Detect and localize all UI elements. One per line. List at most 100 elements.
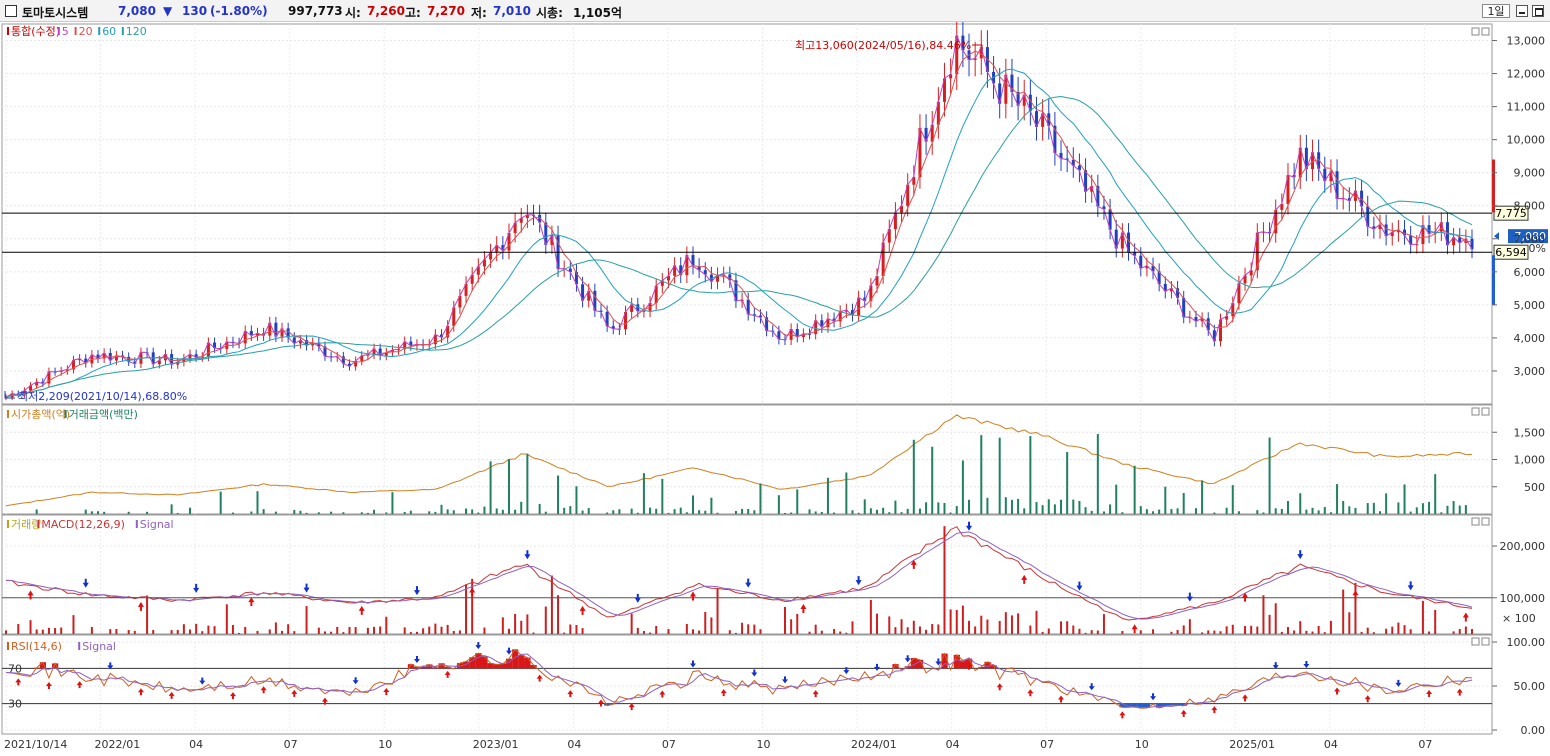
volume-bar xyxy=(90,626,93,634)
volume-bar xyxy=(888,616,891,634)
trade-value-bar xyxy=(630,508,633,514)
trade-value-bar xyxy=(299,510,302,514)
trade-value-bar xyxy=(330,511,333,514)
volume-bar xyxy=(1293,630,1296,634)
stock-name[interactable]: 토마토시스템 xyxy=(22,4,88,21)
volume-bar xyxy=(133,630,136,634)
volume-bar xyxy=(373,626,376,634)
volume-bar xyxy=(833,629,836,634)
trade-value-bar xyxy=(1053,504,1056,514)
volume-bar xyxy=(1213,630,1216,634)
trade-value-bar xyxy=(937,502,940,514)
select-checkbox[interactable] xyxy=(5,5,17,17)
x-tick-label: 07 xyxy=(662,738,676,751)
volume-bar xyxy=(998,621,1001,634)
volume-bar xyxy=(1139,630,1142,634)
trade-value-bar xyxy=(1176,508,1179,514)
trade-value-bar xyxy=(1231,485,1234,514)
cap-tick-label: 1,000 xyxy=(1514,454,1546,467)
volume-bar xyxy=(109,629,112,634)
trade-value-bar xyxy=(557,475,560,514)
trade-value-bar xyxy=(1336,484,1339,514)
stock-chart[interactable]: 7,7756,5947,0800%7030 3,0004,0005,0006,0… xyxy=(0,22,1550,756)
minimize-icon[interactable] xyxy=(1516,5,1528,17)
maximize-icon[interactable] xyxy=(1532,5,1544,17)
macd-tick-label: 200,000 xyxy=(1500,540,1546,553)
rsi-tick-label: 100.00 xyxy=(1507,636,1546,649)
trade-value-bar xyxy=(882,507,885,514)
trade-value-bar xyxy=(1017,498,1020,514)
volume-bar xyxy=(532,632,535,634)
trade-value-bar xyxy=(931,446,934,514)
rsi-panel xyxy=(1,634,1493,735)
low-label: 저: xyxy=(471,6,487,20)
volume-bar xyxy=(1084,632,1087,634)
price-panel-max-icon xyxy=(1481,27,1490,36)
price-range-up-bar xyxy=(1492,159,1495,213)
volume-bar xyxy=(317,627,320,634)
trade-value-bar xyxy=(691,495,694,514)
volume-bar xyxy=(452,630,455,634)
volume-bar xyxy=(526,614,529,634)
volume-bar xyxy=(60,627,63,634)
trade-value-bar xyxy=(1268,437,1271,514)
legend-label: 시가총액(억) xyxy=(11,408,70,421)
trade-value-bar xyxy=(1109,504,1112,514)
volume-bar xyxy=(268,629,271,634)
x-tick-label: 2022/01 xyxy=(95,738,141,751)
price-tick-label: 5,000 xyxy=(1514,299,1546,312)
trade-value-bar xyxy=(452,510,455,514)
trade-value-bar xyxy=(231,512,234,514)
trade-value-bar xyxy=(1421,503,1424,514)
price-tick-label: 13,000 xyxy=(1507,35,1546,48)
trade-value-bar xyxy=(961,460,964,514)
trade-value-bar xyxy=(544,511,547,514)
trade-value-bar xyxy=(428,511,431,514)
x-tick-label: 04 xyxy=(946,738,960,751)
trade-value-bar xyxy=(1084,507,1087,514)
legend-swatch xyxy=(78,642,81,650)
macd-panel xyxy=(1,514,1493,635)
volume-bar xyxy=(47,627,50,634)
macd-legend: 거래량 MACD(12,26,9) Signal xyxy=(7,518,174,531)
trade-value-bar xyxy=(900,512,903,514)
volume-bar xyxy=(1428,631,1431,634)
trade-value-bar xyxy=(507,459,510,514)
macd-panel-min-icon xyxy=(1471,517,1480,526)
volume-bar xyxy=(1391,626,1394,634)
trade-value-bar xyxy=(1164,486,1167,514)
legend-label: RSI(14,6) xyxy=(11,640,62,653)
volume-bar xyxy=(1434,609,1437,634)
rsi-overbought-fill xyxy=(518,655,525,669)
x-axis: 2021/10/14 2022/01 04 07 10 2023/01 04 07 10 2024… xyxy=(4,738,1432,751)
trade-value-bar xyxy=(1023,508,1026,514)
trade-value-bar xyxy=(857,512,860,514)
reference-line-label: 6,594 xyxy=(1495,246,1527,259)
trade-value-bar xyxy=(673,509,676,514)
trade-value-bar xyxy=(293,509,296,514)
volume-bar xyxy=(336,626,339,634)
volume-bar xyxy=(1047,628,1050,634)
volume-bar xyxy=(869,599,872,634)
volume-bar xyxy=(955,609,958,634)
trade-value-bar xyxy=(1066,452,1069,514)
trade-value-bar xyxy=(1464,505,1467,514)
trade-value-bar xyxy=(1305,509,1308,514)
trade-value-bar xyxy=(1010,499,1013,514)
trade-value-bar xyxy=(489,461,492,514)
period-button[interactable]: 1일 xyxy=(1482,4,1510,18)
trade-value-bar xyxy=(790,512,793,514)
legend-label: 통합(수정) xyxy=(11,25,60,38)
volume-bar xyxy=(667,629,670,634)
price-tick-label: 7,000 xyxy=(1514,233,1546,246)
volume-bar xyxy=(366,627,369,634)
legend-swatch xyxy=(57,27,60,35)
volume-bar xyxy=(1041,631,1044,634)
volume-bar xyxy=(912,620,915,634)
volume-bar xyxy=(1305,630,1308,634)
trade-value-bar xyxy=(520,501,523,514)
volume-bar xyxy=(458,630,461,634)
macd-unit-label: × 100 xyxy=(1502,612,1536,625)
volume-bar xyxy=(1385,628,1388,634)
volume-bar xyxy=(1397,622,1400,634)
